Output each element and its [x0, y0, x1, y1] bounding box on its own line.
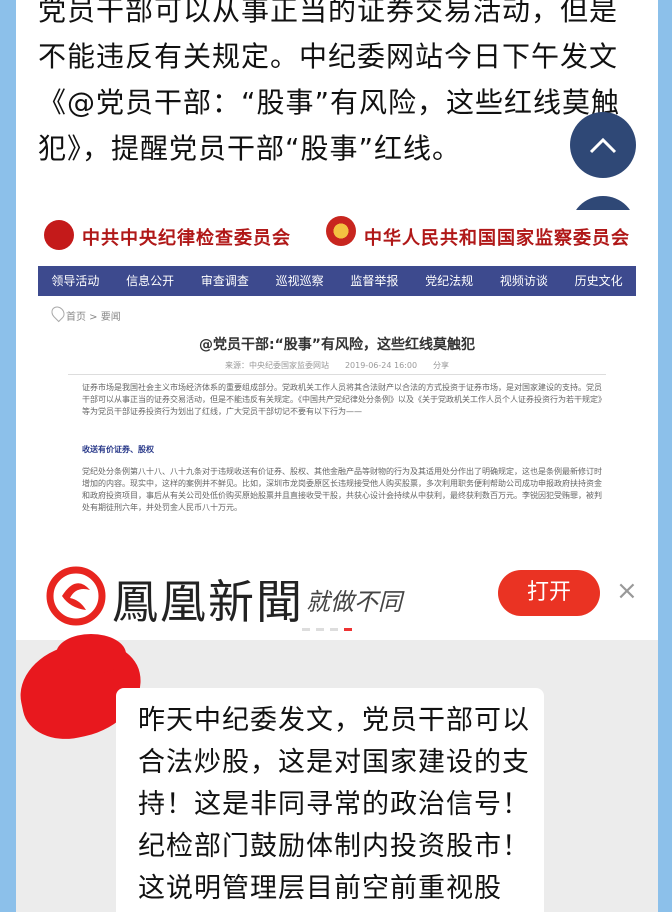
embedded-paragraph-1: 证券市场是我国社会主义市场经济体系的重要组成部分。党政机关工作人员将其合法财产以… — [82, 383, 602, 416]
scroll-up-button[interactable] — [570, 112, 636, 178]
chat-bubble[interactable]: 昨天中纪委发文，党员干部可以合法炒股，这是对国家建设的支持！这是非同寻常的政治信… — [116, 688, 544, 912]
site-header: 中共中央纪律检查委员会 中华人民共和国国家监察委员会 — [38, 210, 636, 262]
page: 党员干部可以从事正当的证券交易活动，但是不能违反有关规定。中纪委网站今日下午发文… — [16, 0, 658, 912]
open-app-button[interactable]: 打开 — [498, 570, 600, 616]
divider — [68, 374, 606, 375]
close-icon[interactable]: × — [616, 578, 638, 604]
nav-item: 历史文化 — [574, 274, 623, 288]
right-frame — [658, 0, 672, 912]
carousel-dot-active — [344, 628, 352, 631]
ifeng-phoenix-logo — [40, 560, 112, 632]
left-frame — [0, 0, 16, 912]
carousel-dot — [330, 628, 338, 631]
nav-item: 党纪法规 — [425, 274, 474, 288]
nav-item: 视频访谈 — [499, 274, 548, 288]
location-pin-icon — [48, 303, 68, 323]
article-paragraph: 党员干部可以从事正当的证券交易活动，但是不能违反有关规定。中纪委网站今日下午发文… — [38, 0, 621, 165]
nav-item: 监督举报 — [350, 274, 399, 288]
nav-item: 领导活动 — [51, 274, 100, 288]
chat-area: 昨天中纪委发文，党员干部可以合法炒股，这是对国家建设的支持！这是非同寻常的政治信… — [16, 632, 658, 912]
org-name-ccdi: 中共中央纪律检查委员会 — [82, 228, 291, 249]
redaction-mark — [56, 634, 126, 674]
carousel-dot — [316, 628, 324, 631]
chevron-up-icon — [589, 137, 617, 154]
embedded-subheading: 收送有价证券、股权 — [82, 445, 154, 454]
chat-message: 昨天中纪委发文，党员干部可以合法炒股，这是对国家建设的支持！这是非同寻常的政治信… — [138, 705, 530, 904]
party-emblem-icon — [44, 220, 74, 250]
nav-item: 审查调查 — [200, 274, 249, 288]
site-nav: 领导活动 信息公开 审查调查 巡视巡察 监督举报 党纪法规 视频访谈 历史文化 — [38, 266, 636, 296]
app-promo-bar: 鳳凰新聞 就做不同 打开 × — [16, 552, 658, 640]
carousel-dots — [302, 628, 352, 631]
app-name: 鳳凰新聞 — [112, 575, 304, 629]
national-emblem-icon — [326, 216, 356, 246]
carousel-dot — [302, 628, 310, 631]
org-name-nsc: 中华人民共和国国家监察委员会 — [364, 228, 630, 249]
breadcrumb: 首页 > 要闻 — [66, 312, 121, 323]
embedded-meta: 来源：中央纪委国家监委网站 2019-06-24 16:00 分享 — [224, 361, 450, 370]
app-slogan: 就做不同 — [306, 588, 402, 616]
embedded-title: @党员干部:“股事”有风险，这些红线莫触犯 — [199, 337, 475, 353]
embedded-article-screenshot: 中共中央纪律检查委员会 中华人民共和国国家监察委员会 领导活动 信息公开 审查调… — [38, 210, 636, 550]
embedded-paragraph-2: 党纪处分条例第八十八、八十九条对于违规收送有价证券、股权、其他金融产品等财物的行… — [82, 467, 602, 512]
nav-item: 信息公开 — [126, 274, 175, 288]
nav-item: 巡视巡察 — [275, 274, 324, 288]
